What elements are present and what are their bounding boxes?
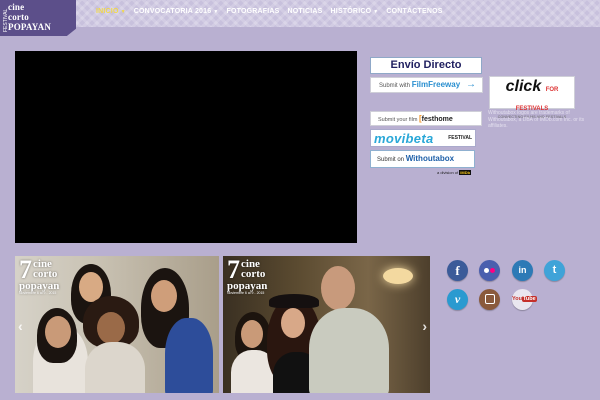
logo-line-corto: corto xyxy=(8,12,29,22)
movibeta-festival-label: FESTIVAL xyxy=(448,135,472,141)
nav-item-noticias[interactable]: NOTICIAS xyxy=(288,8,323,15)
logo-line-popayan: POPAYAN xyxy=(8,22,52,32)
nav-item-historico[interactable]: HISTÓRICO ▼ xyxy=(331,8,379,15)
twitter-icon[interactable]: t xyxy=(544,260,565,281)
imdb-division-note: a division of IMDb xyxy=(437,170,472,175)
linkedin-icon[interactable]: in xyxy=(512,260,533,281)
instagram-icon[interactable] xyxy=(479,289,500,310)
nav-item-convocatoria[interactable]: CONVOCATORIA 2016 ▼ xyxy=(134,8,219,15)
nav-item-fotografias[interactable]: FOTOGRAFIAS xyxy=(226,8,279,15)
festhome-submit-button[interactable]: Submit your film [festhome xyxy=(370,111,482,126)
watermark-dates: Noviembre 6 al 9 - 2015 xyxy=(227,291,265,295)
person-face xyxy=(97,312,125,344)
flickr-icon[interactable] xyxy=(479,260,500,281)
withoutabox-disclaimer: Withoutabox logos are trademarks of With… xyxy=(488,110,585,129)
clickforfestivals-click: click xyxy=(505,78,542,95)
nav-item-contactenos[interactable]: CONTÁCTENOS xyxy=(386,8,442,15)
withoutabox-name: Withoutabox xyxy=(405,154,455,163)
youtube-tube: Tube xyxy=(521,296,537,302)
filmfreeway-submit-button[interactable]: Submit with FilmFreeway → xyxy=(370,77,483,93)
person-figure xyxy=(165,318,213,393)
nav-item-label: INICIO xyxy=(96,8,119,15)
movibeta-festival-button[interactable]: movibeta FESTIVAL xyxy=(370,129,476,147)
person-face xyxy=(45,316,71,348)
movibeta-name: movibeta xyxy=(374,131,434,146)
youtube-icon[interactable]: YouTube xyxy=(512,289,537,310)
withoutabox-submit-button[interactable]: Submit on Withoutabox xyxy=(370,150,475,168)
nav-item-inicio[interactable]: INICIO ▼ xyxy=(96,8,126,15)
person-figure xyxy=(309,308,389,393)
filmfreeway-prefix: Submit with xyxy=(379,83,411,89)
nav-item-label: CONTÁCTENOS xyxy=(386,8,443,15)
arrow-right-icon: → xyxy=(466,79,476,90)
instagram-camera-shape xyxy=(484,294,495,305)
nav-item-label: FOTOGRAFIAS xyxy=(226,8,280,15)
festhome-prefix: Submit your film xyxy=(378,117,418,123)
festival-logo[interactable]: FESTIVAL cine corto POPAYAN xyxy=(0,0,76,36)
person-face xyxy=(281,308,305,338)
watermark-dates: Noviembre 6 al 9 - 2015 xyxy=(19,291,57,295)
chevron-down-icon: ▼ xyxy=(373,9,379,15)
flickr-dot-right xyxy=(490,267,495,273)
gallery-photo-1[interactable]: 7 cine corto popayan Noviembre 6 al 9 - … xyxy=(15,256,219,393)
person-figure xyxy=(85,342,145,393)
main-menu: INICIO ▼ CONVOCATORIA 2016 ▼ FOTOGRAFIAS N… xyxy=(96,8,451,15)
withoutabox-prefix: Submit on xyxy=(377,157,405,163)
vimeo-icon[interactable]: v xyxy=(447,289,468,310)
gallery-photo-2[interactable]: 7 cine corto popayan Noviembre 6 al 9 - … xyxy=(223,256,430,393)
chandelier-light xyxy=(383,268,413,284)
watermark-line: corto xyxy=(33,268,58,280)
envio-directo-button[interactable]: Envío Directo xyxy=(370,57,482,74)
gallery-next-arrow[interactable]: › xyxy=(422,318,427,334)
nav-item-label: NOTICIAS xyxy=(287,8,323,15)
watermark-line: corto xyxy=(241,268,266,280)
festival-watermark: 7 cine corto popayan Noviembre 6 al 9 - … xyxy=(19,256,59,296)
youtube-you: You xyxy=(512,296,522,302)
chevron-down-icon: ▼ xyxy=(213,9,219,15)
chevron-down-icon: ▼ xyxy=(120,9,126,15)
hat xyxy=(269,294,319,308)
festival-watermark: 7 cine corto popayan Noviembre 6 al 9 - … xyxy=(227,256,267,296)
watermark-number: 7 xyxy=(19,256,32,284)
person-face xyxy=(321,266,355,310)
gallery-prev-arrow[interactable]: ‹ xyxy=(18,318,23,334)
filmfreeway-name: FilmFreeway xyxy=(411,80,461,89)
logo-line-cine: cine xyxy=(8,2,25,12)
facebook-icon[interactable]: f xyxy=(447,260,468,281)
person-face xyxy=(151,280,177,312)
nav-item-label: HISTÓRICO xyxy=(330,8,372,15)
video-player[interactable] xyxy=(15,51,357,243)
festhome-name: festhome xyxy=(421,116,453,123)
person-face xyxy=(241,320,263,348)
watermark-number: 7 xyxy=(227,256,240,284)
flickr-dot-left xyxy=(484,267,489,273)
nav-item-label: CONVOCATORIA 2016 xyxy=(133,8,212,15)
imdb-prefix: a division of xyxy=(437,170,459,175)
clickforfestivals-button[interactable]: click FOR FESTIVALS CONNECTING FILMS AND… xyxy=(489,76,575,119)
imdb-logo: IMDb xyxy=(459,170,472,175)
